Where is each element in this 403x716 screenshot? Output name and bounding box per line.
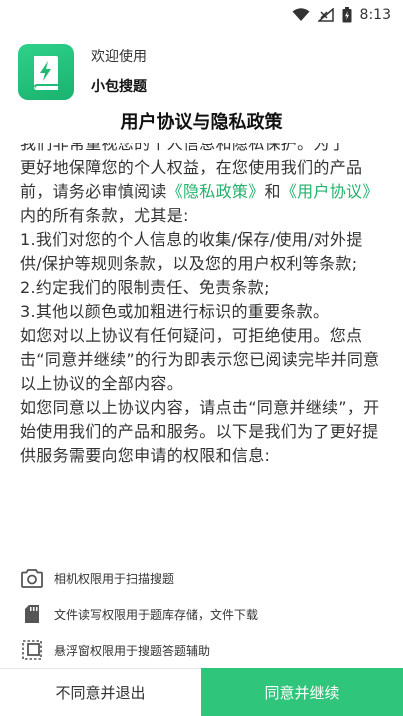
agreement-intro-end: 内的所有条款，尤其是: bbox=[20, 206, 189, 225]
sd-card-icon bbox=[20, 602, 44, 626]
consent-paragraph: 如您同意以上协议内容，请点击“同意并继续”，开始使用我们的产品和服务。以下是我们… bbox=[20, 398, 380, 465]
camera-icon bbox=[20, 566, 44, 590]
agreement-scroll-area[interactable]: 我们非常重视您的个人信息和隐私保护。为了 更好地保障您的个人权益，在您使用我们的… bbox=[20, 143, 383, 553]
status-bar: 8:13 bbox=[0, 0, 403, 30]
permission-item-storage: 文件读写权限用于题库存储，文件下载 bbox=[20, 596, 390, 632]
app-name: 小包搜题 bbox=[91, 79, 147, 95]
action-bar: 不同意并退出 同意并继续 bbox=[0, 668, 403, 716]
privacy-policy-link[interactable]: 《隐私政策》 bbox=[167, 182, 265, 201]
permission-label: 悬浮窗权限用于搜题答题辅助 bbox=[54, 643, 211, 658]
welcome-text: 欢迎使用 bbox=[91, 49, 147, 65]
agree-continue-button[interactable]: 同意并继续 bbox=[201, 668, 403, 716]
clause-3: 3.其他以颜色或加粗进行标识的重要条款。 bbox=[20, 302, 330, 321]
clause-2: 2.约定我们的限制责任、免责条款; bbox=[20, 278, 270, 297]
permissions-list: 相机权限用于扫描搜题 文件读写权限用于题库存储，文件下载 悬浮窗权限用于搜题答题… bbox=[20, 560, 390, 668]
app-logo bbox=[18, 44, 74, 100]
dialog-title: 用户协议与隐私政策 bbox=[120, 112, 283, 133]
book-lightning-icon bbox=[34, 56, 58, 90]
agreement-intro-top: 我们非常重视您的个人信息和隐私保护。为了 bbox=[20, 143, 347, 153]
decline-exit-button[interactable]: 不同意并退出 bbox=[0, 669, 201, 716]
permission-item-overlay: 悬浮窗权限用于搜题答题辅助 bbox=[20, 632, 390, 668]
app-header: 欢迎使用 小包搜题 bbox=[18, 40, 147, 104]
floating-window-icon bbox=[20, 638, 44, 662]
clause-1: 1.我们对您的个人信息的收集/保存/使用/对外提供/保护等规则条款，以及您的用户… bbox=[20, 230, 363, 273]
agreement-intro: 更好地保障您的个人权益，在您使用我们的产品前，请务必审慎阅读《隐私政策》和《用户… bbox=[20, 156, 383, 228]
permission-item-camera: 相机权限用于扫描搜题 bbox=[20, 560, 390, 596]
user-agreement-link[interactable]: 《用户协议》 bbox=[281, 182, 379, 201]
objection-paragraph: 如您对以上协议有任何疑问，可拒绝使用。您点击“同意并继续”的行为即表示您已阅读完… bbox=[20, 326, 380, 393]
permission-label: 文件读写权限用于题库存储，文件下载 bbox=[54, 607, 259, 622]
and-text: 和 bbox=[264, 182, 281, 201]
cell-signal-off-icon bbox=[317, 8, 334, 22]
battery-charging-icon bbox=[342, 7, 352, 23]
status-time: 8:13 bbox=[359, 7, 391, 23]
wifi-icon bbox=[292, 8, 310, 21]
permission-label: 相机权限用于扫描搜题 bbox=[54, 571, 175, 586]
